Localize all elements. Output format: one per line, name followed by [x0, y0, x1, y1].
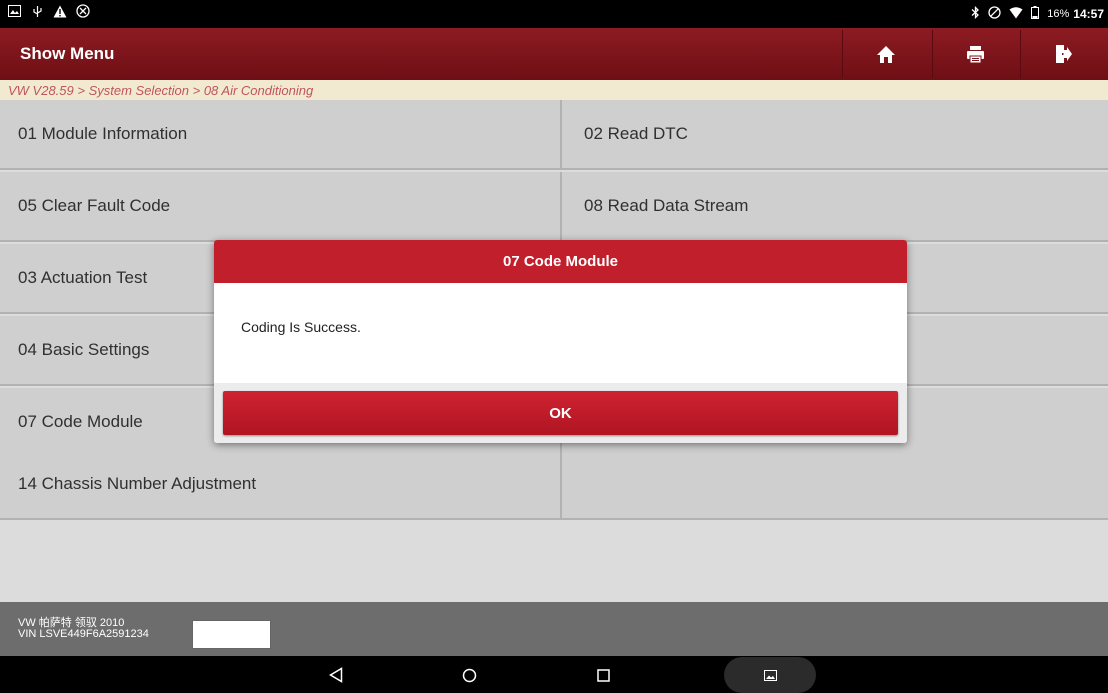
recents-icon: [596, 668, 610, 682]
image-notification-icon: [7, 4, 21, 18]
blocked-notification-icon: [76, 4, 90, 18]
vehicle-vin: VIN LSVE449F6A2591234: [18, 628, 149, 640]
exit-icon: [1055, 45, 1072, 63]
redacted-box: [192, 620, 271, 649]
breadcrumb: VW V28.59 > System Selection > 08 Air Co…: [0, 80, 1108, 100]
clock: 14:57: [1073, 7, 1104, 21]
vehicle-info-footer: VW 帕萨特 领驭 2010 VIN LSVE449F6A2591234: [0, 602, 1108, 656]
menu-item-clear-fault-code[interactable]: 05 Clear Fault Code: [0, 172, 560, 242]
ok-button[interactable]: OK: [223, 391, 898, 435]
menu-item-read-dtc[interactable]: 02 Read DTC: [560, 100, 1108, 170]
menu-item-chassis-number-adjustment[interactable]: 14 Chassis Number Adjustment: [0, 450, 560, 520]
home-circle-icon: [462, 668, 476, 682]
recents-button[interactable]: [588, 662, 618, 688]
screenshot-icon: [763, 669, 777, 681]
dialog-title: 07 Code Module: [214, 240, 907, 283]
status-bar: 16% 14:57: [0, 0, 1108, 28]
menu-item-empty[interactable]: [560, 450, 1108, 520]
do-not-disturb-icon: [988, 6, 1001, 22]
home-icon: [876, 45, 895, 63]
menu-item-read-data-stream[interactable]: 08 Read Data Stream: [560, 172, 1108, 242]
wifi-icon: [1009, 6, 1023, 22]
back-button[interactable]: [321, 662, 351, 688]
home-button[interactable]: [842, 30, 928, 78]
battery-percent: 16%: [1047, 8, 1070, 20]
status-right-icons: 16% 14:57: [971, 5, 1104, 22]
page-title: Show Menu: [20, 44, 115, 63]
code-module-dialog: 07 Code Module Coding Is Success. OK: [214, 240, 907, 443]
screenshot-button[interactable]: [724, 657, 816, 693]
status-left-icons: [7, 4, 90, 18]
print-icon: [967, 45, 984, 63]
back-icon: [329, 667, 343, 683]
dialog-message: Coding Is Success.: [241, 319, 361, 335]
usb-debug-icon: [30, 4, 44, 18]
warning-icon: [53, 4, 67, 18]
app-bar: Show Menu: [0, 28, 1108, 80]
dialog-footer: OK: [214, 383, 907, 443]
print-button[interactable]: [932, 30, 1018, 78]
exit-button[interactable]: [1020, 30, 1106, 78]
battery-icon: [1031, 6, 1040, 22]
menu-item-module-information[interactable]: 01 Module Information: [0, 100, 560, 170]
navigation-bar: [0, 656, 1108, 693]
home-nav-button[interactable]: [454, 662, 484, 688]
bluetooth-icon: [971, 5, 980, 22]
